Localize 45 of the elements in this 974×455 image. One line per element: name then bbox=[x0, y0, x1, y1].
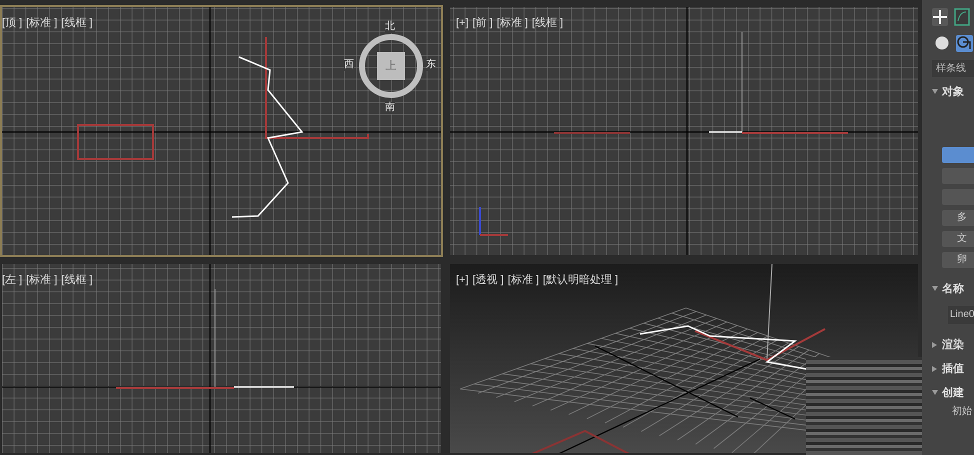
shape-category-icon[interactable] bbox=[956, 34, 973, 52]
rollout-header[interactable]: 对象 bbox=[932, 83, 974, 101]
viewport-menu-label[interactable]: [标准 ] bbox=[496, 15, 528, 32]
rollout-header[interactable]: 渲染 bbox=[932, 336, 974, 354]
viewport[interactable]: [左 ] [标准 ] [线框 ] bbox=[0, 262, 443, 455]
viewport-menu-label[interactable]: [+] bbox=[456, 272, 469, 288]
compass-direction-label: 北 bbox=[385, 21, 395, 33]
viewport-menu-label[interactable]: [线框 ] bbox=[61, 15, 93, 32]
viewport-menu-label[interactable]: [+] bbox=[456, 15, 469, 32]
rollout-header[interactable]: 名称 bbox=[932, 280, 974, 298]
compass-direction-label: 东 bbox=[426, 59, 436, 71]
viewport-menu-label[interactable]: [标准 ] bbox=[508, 272, 539, 288]
viewport-menu-label[interactable]: [顶 ] bbox=[2, 15, 22, 32]
sphere-category-icon[interactable] bbox=[934, 34, 951, 52]
viewport-menu-label[interactable]: [默认明暗处理 ] bbox=[542, 272, 618, 288]
collapse-arrow-icon bbox=[932, 286, 938, 292]
spline-line bbox=[234, 386, 294, 388]
compass-direction-label: 西 bbox=[344, 59, 354, 71]
spline-type-button[interactable]: 卵 bbox=[942, 252, 974, 268]
viewport[interactable]: [顶 ] [标准 ] [线框 ] 北 西 上 东 南 bbox=[0, 5, 443, 257]
axis-tripod-icon bbox=[479, 207, 508, 236]
rollout-header[interactable]: 插值 bbox=[932, 360, 974, 378]
spline-type-button[interactable]: 多 bbox=[942, 210, 974, 226]
viewport-menu-label[interactable]: [标准 ] bbox=[26, 272, 58, 288]
create-tab-icon[interactable] bbox=[932, 8, 948, 26]
viewport[interactable]: [+] [前 ] [标准 ] [线框 ] bbox=[448, 5, 920, 257]
modify-tab-icon[interactable] bbox=[954, 8, 970, 26]
name-field[interactable]: Line0 bbox=[948, 306, 974, 324]
collapse-arrow-icon bbox=[932, 89, 938, 95]
collapse-arrow-icon bbox=[932, 390, 938, 396]
viewport-menu-label[interactable]: [前 ] bbox=[472, 15, 493, 32]
viewcube-ring[interactable] bbox=[359, 34, 423, 98]
viewport-menu-label[interactable]: [线框 ] bbox=[532, 15, 564, 32]
spline-line bbox=[709, 131, 742, 133]
compass-direction-label: 南 bbox=[385, 102, 395, 114]
viewport-menu-label[interactable]: [标准 ] bbox=[26, 15, 58, 32]
viewport-menu-label[interactable]: [透视 ] bbox=[472, 272, 504, 288]
object-type-dropdown[interactable]: 样条线 bbox=[932, 60, 974, 77]
spline-type-button[interactable]: 文 bbox=[942, 231, 974, 247]
section-label: 初始 bbox=[952, 404, 973, 419]
rollout-header[interactable]: 创建 bbox=[932, 384, 974, 402]
expand-arrow-icon bbox=[932, 342, 938, 348]
viewport-menu-label[interactable]: [线框 ] bbox=[61, 272, 93, 288]
expand-arrow-icon bbox=[932, 366, 938, 372]
viewport-menu-label[interactable]: [左 ] bbox=[2, 272, 22, 288]
